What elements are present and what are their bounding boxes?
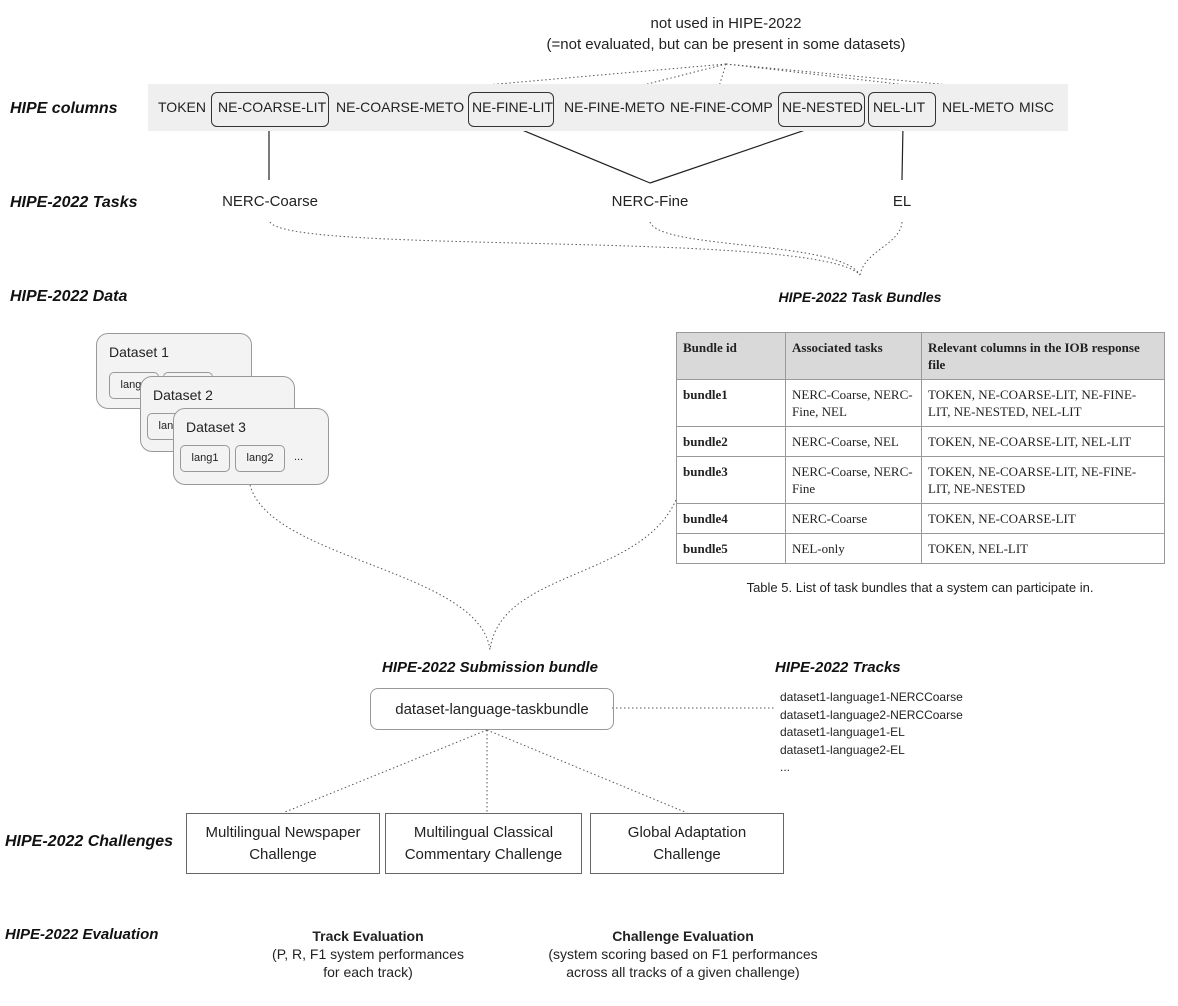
label-submission: HIPE-2022 Submission bundle [382,659,598,676]
cell: NERC-Coarse [785,503,922,534]
header-cell: Associated tasks [785,332,922,380]
cell: bundle1 [676,379,786,427]
eval-line: across all tracks of a given challenge) [566,964,800,980]
eval-title: Track Evaluation [312,928,424,944]
solid-line [509,124,651,184]
challenge-line: Global Adaptation [627,823,747,841]
challenge-box: Global Adaptation Challenge [590,813,784,874]
cell: NERC-Coarse, NEL [785,426,922,457]
track-item: dataset1-language2-NERCCoarse [780,707,963,722]
header-cell: Bundle id [676,332,786,380]
dotted-curve [649,221,861,276]
cell: TOKEN, NEL-LIT [921,533,1165,564]
cell: TOKEN, NE-COARSE-LIT, NE-FINE-LIT, NE-NE… [921,379,1165,427]
label-data: HIPE-2022 Data [10,288,128,305]
column-name: NE-FINE-METO [564,99,665,115]
track-item: dataset1-language1-NERCCoarse [780,690,963,704]
header-cell: Relevant columns in the IOB response fil… [921,332,1165,380]
column-name: NE-COARSE-METO [336,99,465,115]
label-columns: HIPE columns [10,100,118,117]
table-row: bundle5 NEL-only TOKEN, NEL-LIT [676,533,1165,564]
challenge-box: Multilingual Newspaper Challenge [186,813,380,874]
column-name: NEL-LIT [873,99,926,115]
solid-line [901,124,904,181]
cell: bundle3 [676,456,786,504]
submission-bundle-box: dataset-language-taskbundle [370,688,614,730]
label-tasks: HIPE-2022 Tasks [10,194,138,211]
solid-line [649,124,821,184]
column-name: NE-FINE-LIT [472,99,553,115]
column-name: NE-NESTED [782,99,863,115]
cell: bundle2 [676,426,786,457]
eval-line: (P, R, F1 system performances [272,946,464,962]
eval-line: (system scoring based on F1 performances [548,946,818,962]
task-name: NERC-Fine [611,193,689,210]
dotted-line [486,729,686,813]
cell: TOKEN, NE-COARSE-LIT, NE-FINE-LIT, NE-NE… [921,456,1165,504]
label-task-bundles: HIPE-2022 Task Bundles [778,289,942,305]
task-bundles-table: Bundle id Associated tasks Relevant colu… [676,332,1165,564]
dotted-curve [269,221,861,276]
table-row: bundle1 NERC-Coarse, NERC-Fine, NEL TOKEN,… [676,379,1165,427]
unused-note: not used in HIPE-2022 (=not evaluated, b… [547,13,906,55]
challenge-line: Commentary Challenge [404,845,563,863]
cell: NEL-only [785,533,922,564]
table-row: bundle3 NERC-Coarse, NERC-Fine TOKEN, NE-C… [676,456,1165,504]
track-item: dataset1-language2-EL [780,742,905,757]
cell: NERC-Coarse, NERC-Fine, NEL [785,379,922,427]
column-name: TOKEN [158,99,206,115]
label-tracks: HIPE-2022 Tracks [775,659,901,676]
tracks-list: dataset1-language1-NERCCoarse dataset1-l… [780,689,963,777]
lang-chip: lang2 [235,445,285,472]
table-caption: Table 5. List of task bundles that a sys… [746,580,1094,595]
label-evaluation: HIPE-2022 Evaluation [5,926,159,943]
note-line: (=not evaluated, but can be present in s… [546,36,906,53]
challenge-box: Multilingual Classical Commentary Challen… [385,813,582,874]
dataset-title: Dataset 2 [153,387,213,403]
challenge-line: Challenge [249,845,317,863]
track-item: dataset1-language1-EL [780,725,905,739]
task-name: EL [892,193,912,210]
dataset-card: Dataset 3 lang1 lang2 ... [173,408,329,485]
eval-line: for each track) [323,964,413,980]
eval-title: Challenge Evaluation [612,928,754,944]
dotted-curve [489,499,677,651]
cell: bundle4 [676,503,786,534]
cell: TOKEN, NE-COARSE-LIT [921,503,1165,534]
column-name: MISC [1019,99,1054,115]
column-name: NEL-METO [942,99,1015,115]
challenge-line: Challenge [653,845,721,863]
hipe-2022-diagram: not used in HIPE-2022 (=not evaluated, b… [0,0,1178,1006]
column-name: NE-FINE-COMP [670,99,773,115]
dotted-curve [249,484,491,651]
dataset-title: Dataset 3 [186,419,246,435]
track-evaluation: Track Evaluation (P, R, F1 system perfor… [272,927,464,981]
dotted-curve [859,221,903,276]
table-row: bundle2 NERC-Coarse, NEL TOKEN, NE-COARSE-… [676,426,1165,457]
lang-chip: lang1 [180,445,230,472]
column-name: NE-COARSE-LIT [218,99,327,115]
table-row: bundle4 NERC-Coarse TOKEN, NE-COARSE-LIT [676,503,1165,534]
task-name: NERC-Coarse [222,193,318,210]
label-challenges: HIPE-2022 Challenges [5,833,174,850]
ellipsis: ... [294,451,304,463]
dotted-line [284,729,488,813]
cell: TOKEN, NE-COARSE-LIT, NEL-LIT [921,426,1165,457]
dataset-title: Dataset 1 [109,344,169,360]
challenge-line: Multilingual Newspaper [205,823,361,841]
challenge-evaluation: Challenge Evaluation (system scoring bas… [548,927,817,981]
submission-bundle-text: dataset-language-taskbundle [395,700,589,718]
note-line: not used in HIPE-2022 [650,15,802,32]
cell: NERC-Coarse, NERC-Fine [785,456,922,504]
track-item: ... [780,760,791,774]
cell: bundle5 [676,533,786,564]
challenge-line: Multilingual Classical [413,823,554,841]
table-header: Bundle id Associated tasks Relevant colu… [676,332,1165,380]
